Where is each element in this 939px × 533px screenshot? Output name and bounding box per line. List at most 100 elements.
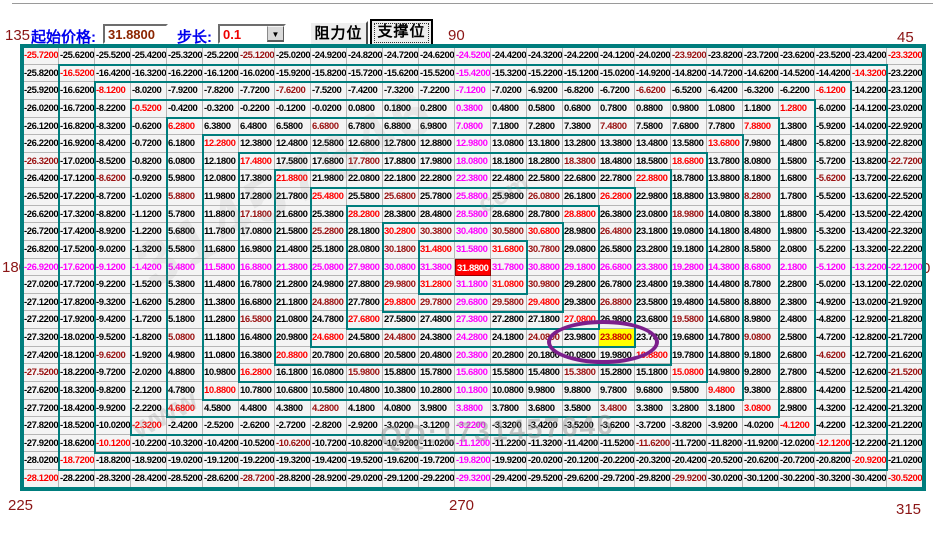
step-dropdown[interactable]: 0.1 ▼	[218, 24, 286, 44]
price-cell: -13.8200	[851, 153, 887, 171]
price-cell: -26.5200	[23, 188, 59, 206]
price-cell: 5.2800	[167, 294, 203, 312]
price-cell: -11.7200	[671, 435, 707, 453]
price-cell: -6.4200	[707, 82, 743, 100]
price-cell: 13.3800	[599, 135, 635, 153]
price-cell: 30.5800	[491, 223, 527, 241]
price-cell: -18.4200	[59, 400, 95, 418]
price-cell: 19.0800	[671, 223, 707, 241]
resistance-button[interactable]: 阻力位	[309, 21, 368, 46]
price-cell: 19.1800	[671, 241, 707, 259]
support-button[interactable]: 支撑位	[371, 20, 432, 46]
price-cell: 28.1800	[347, 223, 383, 241]
price-cell: -10.8200	[347, 435, 383, 453]
price-cell: -18.6200	[59, 435, 95, 453]
chevron-down-icon[interactable]: ▼	[267, 26, 284, 42]
price-cell: 29.2800	[563, 276, 599, 294]
price-cell: 12.0800	[203, 170, 239, 188]
price-cell: 30.3800	[419, 223, 455, 241]
price-cell: 19.9800	[599, 347, 635, 365]
price-cell: -4.1200	[779, 417, 815, 435]
price-cell: 30.9800	[527, 276, 563, 294]
price-cell: -10.3200	[167, 435, 203, 453]
price-cell: -17.7200	[59, 276, 95, 294]
price-cell: -24.0200	[635, 47, 671, 65]
price-cell: -2.5200	[203, 417, 239, 435]
price-cell: -1.7200	[131, 311, 167, 329]
price-cell: 0.5800	[527, 100, 563, 118]
price-cell: 17.3800	[239, 170, 275, 188]
price-cell: -6.5200	[671, 82, 707, 100]
price-cell: 25.6800	[383, 188, 419, 206]
price-cell: 26.0800	[527, 188, 563, 206]
price-cell: 17.0800	[239, 223, 275, 241]
price-cell: -19.4200	[311, 452, 347, 470]
price-cell: -29.0200	[347, 470, 383, 488]
price-cell: 9.5800	[671, 382, 707, 400]
price-cell: 2.3800	[779, 294, 815, 312]
price-cell: -7.8200	[203, 82, 239, 100]
price-cell: -22.5200	[887, 188, 923, 206]
price-cell: 19.4800	[671, 294, 707, 312]
window-top-divider	[12, 3, 933, 4]
price-cell: -30.4200	[851, 470, 887, 488]
price-cell: -22.8200	[887, 135, 923, 153]
price-cell: -19.0200	[167, 452, 203, 470]
price-cell: 2.5800	[779, 329, 815, 347]
price-cell: 10.4800	[347, 382, 383, 400]
price-cell: -7.0200	[491, 82, 527, 100]
price-cell: 14.2800	[707, 241, 743, 259]
price-cell: -26.7200	[23, 223, 59, 241]
price-cell: 15.6800	[455, 364, 491, 382]
price-cell: -30.5200	[887, 470, 923, 488]
price-cell: 11.8800	[203, 206, 239, 224]
price-cell: 17.8800	[383, 153, 419, 171]
price-cell: -24.7200	[383, 47, 419, 65]
price-cell: -11.4200	[563, 435, 599, 453]
price-cell: -10.1200	[95, 435, 131, 453]
price-cell: -30.1200	[743, 470, 779, 488]
price-cell: 23.1800	[635, 223, 671, 241]
price-cell: -28.6200	[203, 470, 239, 488]
price-cell: 31.6800	[491, 241, 527, 259]
price-cell: 29.4800	[527, 294, 563, 312]
price-cell: 18.3800	[563, 153, 599, 171]
price-cell: -11.0200	[419, 435, 455, 453]
price-cell: -9.0200	[95, 241, 131, 259]
price-cell: 19.2800	[671, 259, 707, 277]
price-cell: 0.1800	[383, 100, 419, 118]
price-cell: -12.0200	[779, 435, 815, 453]
price-cell: 21.8800	[275, 170, 311, 188]
price-cell: 11.7800	[203, 223, 239, 241]
price-cell: -25.8200	[23, 65, 59, 83]
price-cell: 23.2800	[635, 241, 671, 259]
price-cell: 23.0800	[635, 206, 671, 224]
price-cell: -16.6200	[59, 82, 95, 100]
price-cell: -28.1200	[23, 470, 59, 488]
price-cell: 3.8800	[455, 400, 491, 418]
price-cell: 1.0800	[707, 100, 743, 118]
price-cell: -28.3200	[95, 470, 131, 488]
price-cell: -7.4200	[347, 82, 383, 100]
price-cell: 12.8800	[419, 135, 455, 153]
price-cell: 15.0800	[671, 364, 707, 382]
price-cell: -7.9200	[167, 82, 203, 100]
price-cell: 8.7800	[743, 276, 779, 294]
price-cell: -2.6200	[239, 417, 275, 435]
price-cell: 30.4800	[455, 223, 491, 241]
start-price-input[interactable]	[103, 24, 168, 44]
price-cell: -15.6200	[383, 65, 419, 83]
price-cell: 20.7800	[311, 347, 347, 365]
price-cell: 27.4800	[419, 311, 455, 329]
price-cell: -16.2200	[167, 65, 203, 83]
price-cell: -17.5200	[59, 241, 95, 259]
price-cell: -15.7200	[347, 65, 383, 83]
price-cell: 29.9800	[383, 276, 419, 294]
price-cell: 28.5800	[455, 206, 491, 224]
price-cell: -27.2200	[23, 311, 59, 329]
price-cell: -27.6200	[23, 382, 59, 400]
price-cell: -29.3200	[455, 470, 491, 488]
price-cell: -30.3200	[815, 470, 851, 488]
price-cell: -9.1200	[95, 259, 131, 277]
price-cell: -4.0200	[743, 417, 779, 435]
